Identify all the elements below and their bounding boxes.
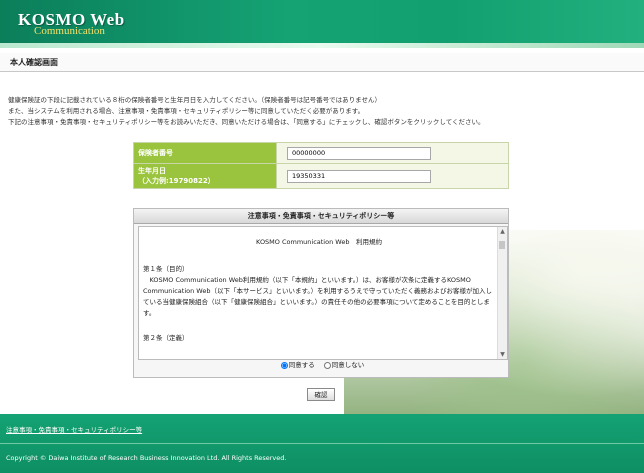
kosmo-logo: KOSMO Web Communication: [18, 10, 125, 37]
agreement-options: 同意する 同意しない: [134, 359, 510, 369]
insurer-number-input[interactable]: [287, 146, 431, 160]
birth-date-input[interactable]: [287, 169, 431, 183]
footer: 注意事項・免責事項・セキュリティポリシー等 Copyright © Daiwa …: [0, 414, 644, 473]
terms-text: KOSMO Communication Web 利用規約 第１条（目的） KOS…: [143, 227, 495, 344]
footer-terms-link[interactable]: 注意事項・免責事項・セキュリティポリシー等: [6, 424, 142, 434]
agree-option[interactable]: 同意する: [280, 361, 315, 369]
login-form: 保険者番号 生年月日 （入力例:19790822）: [133, 142, 509, 189]
confirm-button[interactable]: 確認: [307, 388, 335, 401]
copyright: Copyright © Daiwa Institute of Research …: [6, 454, 287, 462]
article-1-heading: 第１条（目的）: [143, 265, 189, 273]
terms-scrollbar[interactable]: ▲ ▼: [497, 227, 507, 359]
disagree-option[interactable]: 同意しない: [323, 361, 365, 369]
birth-date-label: 生年月日 （入力例:19790822）: [133, 163, 277, 189]
terms-panel: 注意事項・免責事項・セキュリティポリシー等 KOSMO Communicatio…: [133, 208, 509, 378]
birth-date-label-text: 生年月日: [138, 167, 166, 175]
instructions: 健康保険証の下段に記載されている８桁の保険者番号と生年月日を入力してください。（…: [8, 95, 628, 128]
instruction-line-2: また、当システムを利用される場合、注意事項・免責事項・セキュリティポリシー等に同…: [8, 107, 365, 115]
logo-sub: Communication: [34, 25, 105, 37]
birth-date-example: （入力例:19790822）: [138, 177, 215, 185]
disagree-radio[interactable]: [323, 361, 331, 369]
terms-doc-title: KOSMO Communication Web 利用規約: [256, 238, 382, 246]
disagree-label: 同意しない: [331, 361, 365, 369]
terms-heading: 注意事項・免責事項・セキュリティポリシー等: [134, 209, 508, 224]
instruction-line-3: 下記の注意事項・免責事項・セキュリティポリシー等をお読みいただき、同意いただける…: [8, 118, 485, 126]
page-title: 本人確認画面: [10, 58, 58, 67]
article-1-text: KOSMO Communication Web利用規約（以下「本規約」といいます…: [143, 276, 493, 317]
terms-scroll-area[interactable]: KOSMO Communication Web 利用規約 第１条（目的） KOS…: [138, 226, 508, 360]
agree-label: 同意する: [288, 361, 315, 369]
scroll-thumb[interactable]: [499, 241, 505, 249]
scroll-down-icon[interactable]: ▼: [498, 350, 507, 359]
article-2-heading: 第２条（定義）: [143, 334, 189, 342]
agree-radio[interactable]: [280, 361, 288, 369]
instruction-line-1: 健康保険証の下段に記載されている８桁の保険者番号と生年月日を入力してください。（…: [8, 96, 381, 104]
page-title-bar: 本人確認画面: [0, 53, 644, 72]
insurer-number-label: 保険者番号: [133, 142, 277, 164]
app-header: KOSMO Web Communication: [0, 0, 644, 48]
scroll-up-icon[interactable]: ▲: [498, 227, 507, 236]
footer-divider: [0, 443, 644, 444]
